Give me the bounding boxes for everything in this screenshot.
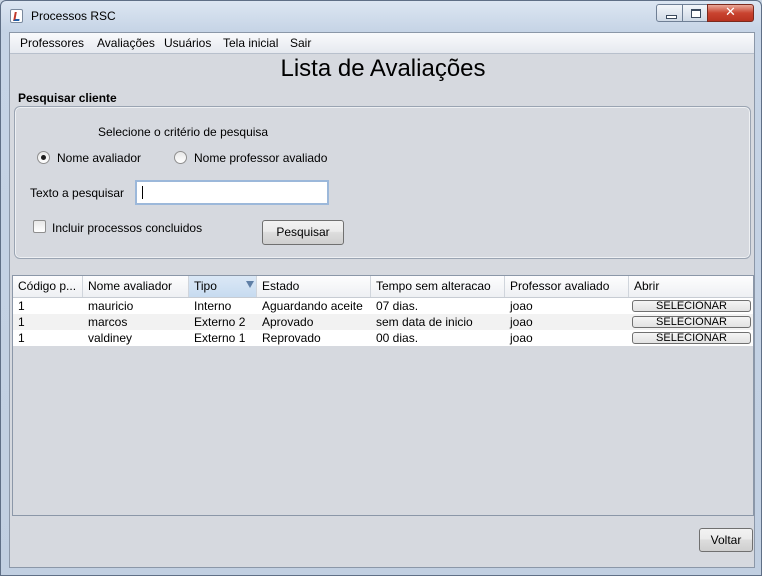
page-title: Lista de Avaliações: [280, 55, 486, 82]
search-group-title: Pesquisar cliente: [18, 91, 117, 105]
application-window: Processos RSC ✕ Professores Avaliações U…: [0, 0, 762, 576]
table-row[interactable]: 1 mauricio Interno Aguardando aceite 07 …: [13, 298, 753, 314]
menu-sair[interactable]: Sair: [290, 36, 311, 50]
close-button[interactable]: ✕: [707, 4, 754, 22]
radio-nome-avaliador-label[interactable]: Nome avaliador: [57, 151, 141, 165]
select-button[interactable]: SELECIONAR: [632, 300, 751, 312]
cell-professor: joao: [510, 315, 533, 329]
col-abrir[interactable]: Abrir: [629, 276, 753, 297]
cell-nome-avaliador: marcos: [88, 315, 128, 329]
cell-tempo: sem data de inicio: [376, 315, 473, 329]
menu-bar: Professores Avaliações Usuários Tela ini…: [10, 33, 754, 54]
radio-nome-professor[interactable]: [174, 151, 187, 164]
radio-nome-avaliador[interactable]: [37, 151, 50, 164]
cell-estado: Aguardando aceite: [262, 299, 363, 313]
cell-tempo: 00 dias.: [376, 331, 419, 345]
table-row[interactable]: 1 valdiney Externo 1 Reprovado 00 dias. …: [13, 330, 753, 346]
select-button[interactable]: SELECIONAR: [632, 332, 751, 344]
maximize-button[interactable]: [682, 4, 708, 22]
sort-descending-icon: [246, 281, 254, 288]
menu-avaliacoes[interactable]: Avaliações: [97, 36, 155, 50]
java-app-icon: [10, 9, 23, 23]
col-codigo[interactable]: Código p...: [13, 276, 83, 297]
col-tempo[interactable]: Tempo sem alteracao: [371, 276, 505, 297]
minimize-button[interactable]: [656, 4, 683, 22]
cell-tipo: Externo 1: [194, 331, 246, 345]
menu-professores[interactable]: Professores: [20, 36, 84, 50]
col-professor[interactable]: Professor avaliado: [505, 276, 629, 297]
cell-codigo: 1: [18, 299, 25, 313]
content-pane: Professores Avaliações Usuários Tela ini…: [9, 32, 755, 568]
cell-nome-avaliador: valdiney: [88, 331, 133, 345]
cell-professor: joao: [510, 331, 533, 345]
cell-nome-avaliador: mauricio: [88, 299, 134, 313]
radio-nome-professor-label[interactable]: Nome professor avaliado: [194, 151, 327, 165]
title-bar[interactable]: Processos RSC ✕: [1, 1, 761, 31]
window-title: Processos RSC: [31, 9, 116, 23]
evaluations-table: Código p... Nome avaliador Tipo Estado T…: [12, 275, 754, 516]
search-button[interactable]: Pesquisar: [262, 220, 344, 245]
cell-tipo: Interno: [194, 299, 232, 313]
text-caret: [142, 186, 143, 199]
search-text-label: Texto a pesquisar: [30, 186, 125, 200]
table-header: Código p... Nome avaliador Tipo Estado T…: [13, 276, 753, 298]
criteria-label: Selecione o critério de pesquisa: [98, 125, 269, 139]
cell-codigo: 1: [18, 315, 25, 329]
select-button[interactable]: SELECIONAR: [632, 316, 751, 328]
col-estado[interactable]: Estado: [257, 276, 371, 297]
search-text-input[interactable]: [135, 180, 329, 205]
cell-estado: Reprovado: [262, 331, 321, 345]
include-concluded-checkbox[interactable]: [33, 220, 46, 233]
cell-tipo: Externo 2: [194, 315, 246, 329]
col-nome-avaliador[interactable]: Nome avaliador: [83, 276, 189, 297]
cell-estado: Aprovado: [262, 315, 314, 329]
back-button[interactable]: Voltar: [699, 528, 753, 552]
cell-professor: joao: [510, 299, 533, 313]
menu-tela-inicial[interactable]: Tela inicial: [223, 36, 278, 50]
table-row[interactable]: 1 marcos Externo 2 Aprovado sem data de …: [13, 314, 753, 330]
close-icon: ✕: [725, 5, 736, 20]
cell-tempo: 07 dias.: [376, 299, 419, 313]
menu-usuarios[interactable]: Usuários: [164, 36, 211, 50]
include-concluded-label[interactable]: Incluir processos concluidos: [52, 221, 202, 235]
cell-codigo: 1: [18, 331, 25, 345]
